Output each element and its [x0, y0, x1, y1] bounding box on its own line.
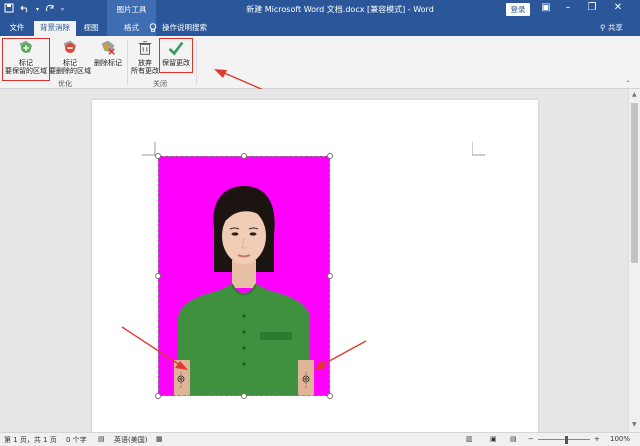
word-count[interactable]: 0 个字 — [66, 435, 87, 445]
undo-dropdown-icon[interactable]: ▾ — [36, 6, 39, 13]
mark-remove-label-2: 要删除的区域 — [49, 67, 91, 75]
ribbon-display-options-icon[interactable]: ▣ — [538, 2, 554, 13]
delete-mark-icon — [101, 40, 115, 55]
discard-icon — [138, 41, 152, 55]
annotation-arrows-photo — [121, 326, 367, 370]
delete-mark-button[interactable]: 删除标记 — [92, 37, 124, 67]
group-optimize-label: 优化 — [58, 80, 72, 88]
login-button[interactable]: 登录 — [506, 3, 530, 16]
redo-icon[interactable] — [45, 3, 55, 16]
highlight-box-keep-changes — [159, 38, 193, 73]
title-bar: ▾ ▿ 图片工具 新建 Microsoft Word 文档.docx [兼容模式… — [0, 0, 640, 21]
page-count[interactable]: 第 1 页，共 1 页 — [4, 435, 57, 445]
tell-me-search[interactable]: 操作说明搜索 — [162, 21, 222, 36]
tab-view[interactable]: 视图 — [78, 21, 104, 36]
discard-label-1: 放弃 — [138, 59, 152, 67]
tab-background-removal[interactable]: 背景消除 — [34, 21, 76, 36]
arrow-to-left-mark — [121, 326, 188, 370]
close-icon[interactable]: ✕ — [610, 2, 626, 13]
minimize-icon[interactable]: – — [560, 2, 576, 13]
web-layout-icon[interactable]: ▤ — [510, 435, 517, 443]
quick-access-toolbar: ▾ ▿ — [4, 3, 64, 16]
scroll-down-icon[interactable]: ▼ — [632, 421, 637, 428]
share-button[interactable]: ⚲ 共享 — [600, 21, 623, 35]
mark-remove-icon — [63, 40, 77, 53]
delete-mark-label: 删除标记 — [94, 59, 122, 67]
ribbon-separator-2 — [196, 40, 197, 84]
context-tool-label: 图片工具 — [107, 0, 156, 21]
undo-icon[interactable] — [20, 3, 30, 16]
zoom-slider[interactable] — [538, 439, 590, 440]
scroll-up-icon[interactable]: ▲ — [632, 91, 637, 98]
tab-file[interactable]: 文件 — [4, 21, 30, 36]
scrollbar-thumb[interactable] — [631, 103, 638, 263]
print-layout-icon[interactable]: ▣ — [490, 435, 497, 443]
group-close-label: 关闭 — [153, 80, 167, 88]
restore-icon[interactable]: ❐ — [584, 2, 600, 13]
language[interactable]: 英语(美国) — [114, 435, 147, 445]
vertical-scrollbar[interactable]: ▲ ▼ — [628, 89, 640, 432]
mark-remove-label-1: 标记 — [63, 59, 77, 67]
ribbon-separator — [127, 40, 128, 84]
proofing-icon[interactable]: ▤ — [98, 435, 105, 443]
person-icon: ⚲ — [600, 23, 606, 32]
macro-icon[interactable]: ▦ — [156, 435, 163, 443]
collapse-ribbon-icon[interactable]: ˆ — [626, 80, 630, 89]
arrow-to-right-mark — [314, 340, 367, 370]
discard-label-2: 所有更改 — [131, 67, 159, 75]
highlight-box-mark-keep — [2, 38, 50, 81]
read-mode-icon[interactable]: ▥ — [466, 435, 473, 443]
save-icon[interactable] — [4, 3, 14, 16]
lightbulb-icon — [146, 21, 160, 36]
discard-all-changes-button[interactable]: 放弃 所有更改 — [130, 37, 160, 75]
share-label: 共享 — [607, 23, 623, 32]
status-bar: 第 1 页，共 1 页 0 个字 ▤ 英语(美国) ▦ ▥ ▣ ▤ − + 10… — [0, 432, 640, 446]
customize-qat-icon[interactable]: ▿ — [61, 6, 64, 13]
ribbon-tabs: 文件 背景消除 视图 格式 操作说明搜索 ⚲ 共享 — [0, 21, 640, 36]
document-canvas[interactable] — [0, 89, 628, 432]
zoom-slider-thumb[interactable] — [565, 436, 568, 444]
ribbon: 标记 要保留的区域 标记 要删除的区域 删除标记 优化 放弃 所有更改 保留更改… — [0, 36, 640, 89]
document-title: 新建 Microsoft Word 文档.docx [兼容模式] - Word — [246, 5, 434, 14]
zoom-in-icon[interactable]: + — [594, 435, 600, 443]
mark-areas-to-remove-button[interactable]: 标记 要删除的区域 — [48, 37, 92, 75]
zoom-out-icon[interactable]: − — [528, 435, 534, 443]
zoom-level[interactable]: 100% — [610, 435, 630, 443]
